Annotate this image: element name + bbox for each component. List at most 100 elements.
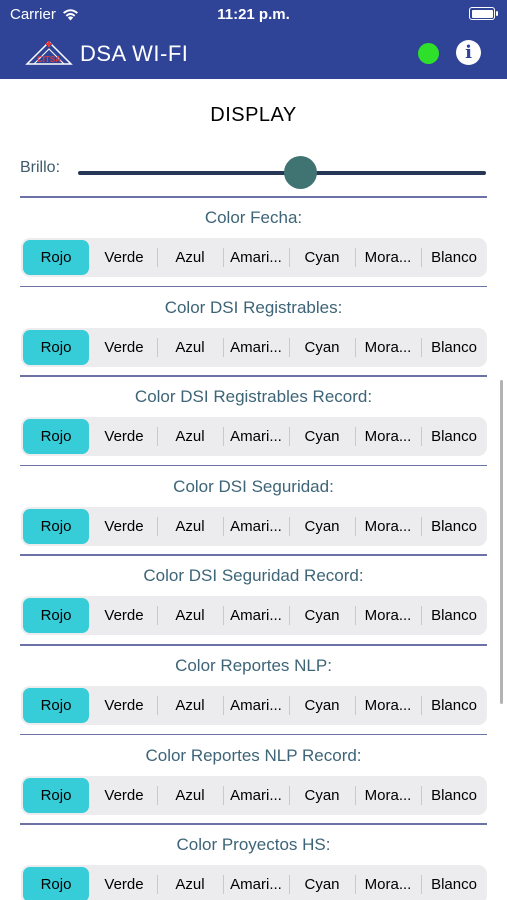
top-bar: Carrier 11:21 p.m. CITSA DSA WI-FI i <box>0 0 507 79</box>
segment-option[interactable]: Azul <box>157 238 223 277</box>
segment-option[interactable]: Blanco <box>421 328 487 367</box>
color-section: Color DSI Seguridad: Rojo Verde Azul Amari..… <box>0 464 507 555</box>
color-section: Color Reportes NLP: Rojo Verde Azul Amari...… <box>0 644 507 734</box>
segment-option[interactable]: Mora... <box>355 417 421 456</box>
segment-option[interactable]: Rojo <box>23 508 89 544</box>
section-divider <box>20 196 487 198</box>
color-segmented-control: Rojo Verde Azul Amari... Cyan Mora... Blanco <box>21 686 487 725</box>
section-title: Color DSI Seguridad Record: <box>143 566 364 586</box>
section-divider <box>20 554 487 556</box>
segment-option[interactable]: Azul <box>157 328 223 367</box>
segment-option[interactable]: Cyan <box>289 238 355 277</box>
segment-option[interactable]: Mora... <box>355 596 421 635</box>
scrollbar[interactable] <box>500 380 503 704</box>
segment-option[interactable]: Verde <box>91 417 157 456</box>
segment-option[interactable]: Amari... <box>223 596 289 635</box>
segment-option[interactable]: Azul <box>157 417 223 456</box>
section-title: Color Proyectos HS: <box>176 835 331 855</box>
segment-option[interactable]: Verde <box>91 865 157 900</box>
color-segmented-control: Rojo Verde Azul Amari... Cyan Mora... Blanco <box>21 238 487 277</box>
segment-option[interactable]: Cyan <box>289 596 355 635</box>
section-divider <box>20 464 487 467</box>
section-title: Color DSI Registrables: <box>164 297 343 317</box>
color-segmented-control: Rojo Verde Azul Amari... Cyan Mora... Blanco <box>21 865 487 900</box>
segment-option[interactable]: Azul <box>157 596 223 635</box>
segment-option[interactable]: Amari... <box>223 328 289 367</box>
section-title: Color DSI Seguridad: <box>173 476 334 496</box>
segment-option[interactable]: Blanco <box>421 865 487 900</box>
citsa-logo: CITSA <box>25 40 73 65</box>
segment-option[interactable]: Cyan <box>289 507 355 546</box>
brightness-slider[interactable] <box>78 156 486 189</box>
slider-thumb[interactable] <box>284 156 318 189</box>
color-section: Color DSI Seguridad Record: Rojo Verde Azul… <box>0 554 507 644</box>
segment-option[interactable]: Rojo <box>23 240 89 275</box>
segment-option[interactable]: Amari... <box>223 238 289 277</box>
section-divider <box>20 823 487 825</box>
segment-option[interactable]: Cyan <box>289 776 355 815</box>
clock: 11:21 p.m. <box>217 6 290 23</box>
app-title: DSA WI-FI <box>80 41 189 66</box>
segment-option[interactable]: Verde <box>91 596 157 635</box>
segment-option[interactable]: Verde <box>91 507 157 546</box>
segment-option[interactable]: Rojo <box>23 688 89 723</box>
segment-option[interactable]: Verde <box>91 686 157 725</box>
segment-option[interactable]: Azul <box>157 507 223 546</box>
segment-option[interactable]: Verde <box>91 238 157 277</box>
segment-option[interactable]: Blanco <box>421 776 487 815</box>
section-divider <box>20 733 487 736</box>
logo-text: CITSA <box>37 55 61 64</box>
connection-status-indicator <box>418 43 439 64</box>
segment-option[interactable]: Mora... <box>355 686 421 725</box>
segment-option[interactable]: Rojo <box>23 777 89 813</box>
segment-option[interactable]: Rojo <box>23 419 89 455</box>
color-section: Color DSI Registrables Record: Rojo Verde A… <box>0 375 507 465</box>
segment-option[interactable]: Cyan <box>289 417 355 456</box>
segment-option[interactable]: Cyan <box>289 328 355 367</box>
segment-option[interactable]: Amari... <box>223 865 289 900</box>
segment-option[interactable]: Rojo <box>23 867 89 900</box>
segment-option[interactable]: Verde <box>91 776 157 815</box>
color-section: Color Fecha: Rojo Verde Azul Amari... Cyan Mor… <box>0 196 507 286</box>
segment-option[interactable]: Mora... <box>355 507 421 546</box>
segment-option[interactable]: Blanco <box>421 507 487 546</box>
section-title: Color DSI Registrables Record: <box>134 387 373 407</box>
color-section: Color DSI Registrables: Rojo Verde Azul Amar… <box>0 285 507 376</box>
segment-option[interactable]: Mora... <box>355 776 421 815</box>
color-segmented-control: Rojo Verde Azul Amari... Cyan Mora... Blanco <box>21 417 487 457</box>
segment-option[interactable]: Amari... <box>223 507 289 546</box>
segment-option[interactable]: Cyan <box>289 686 355 725</box>
segment-option[interactable]: Amari... <box>223 417 289 456</box>
color-segmented-control: Rojo Verde Azul Amari... Cyan Mora... Blanco <box>21 596 487 636</box>
color-segmented-control: Rojo Verde Azul Amari... Cyan Mora... Blanco <box>21 327 487 367</box>
segment-option[interactable]: Blanco <box>421 686 487 725</box>
section-title: Color Reportes NLP: <box>175 656 332 675</box>
battery-icon <box>469 7 498 20</box>
color-segmented-control: Rojo Verde Azul Amari... Cyan Mora... Blanco <box>21 775 487 815</box>
status-bar: Carrier 11:21 p.m. <box>0 0 507 28</box>
segment-option[interactable]: Mora... <box>355 328 421 367</box>
segment-option[interactable]: Blanco <box>421 596 487 635</box>
segment-option[interactable]: Verde <box>91 328 157 367</box>
segment-option[interactable]: Blanco <box>421 417 487 456</box>
segment-option[interactable]: Azul <box>157 865 223 900</box>
section-divider <box>20 375 487 377</box>
segment-option[interactable]: Blanco <box>421 238 487 277</box>
segment-option[interactable]: Amari... <box>223 686 289 725</box>
info-button[interactable]: i <box>456 40 481 65</box>
segment-option[interactable]: Mora... <box>355 238 421 277</box>
segment-option[interactable]: Amari... <box>223 776 289 815</box>
segment-option[interactable]: Rojo <box>23 598 89 634</box>
color-section: Color Reportes NLP Record: Rojo Verde Azul A… <box>0 733 507 824</box>
segment-option[interactable]: Mora... <box>355 865 421 900</box>
color-section: Color Proyectos HS: Rojo Verde Azul Amari...… <box>0 823 507 900</box>
settings-content: DISPLAY Brillo: Color Fecha: Rojo Verde Azu… <box>0 79 507 900</box>
segment-option[interactable]: Azul <box>157 776 223 815</box>
section-divider <box>20 644 487 646</box>
segment-option[interactable]: Azul <box>157 686 223 725</box>
brightness-label: Brillo: <box>20 159 61 176</box>
segment-option[interactable]: Rojo <box>23 329 89 365</box>
segment-option[interactable]: Cyan <box>289 865 355 900</box>
section-title: Color Reportes NLP Record: <box>145 745 362 765</box>
nav-bar: CITSA DSA WI-FI i <box>0 28 507 79</box>
